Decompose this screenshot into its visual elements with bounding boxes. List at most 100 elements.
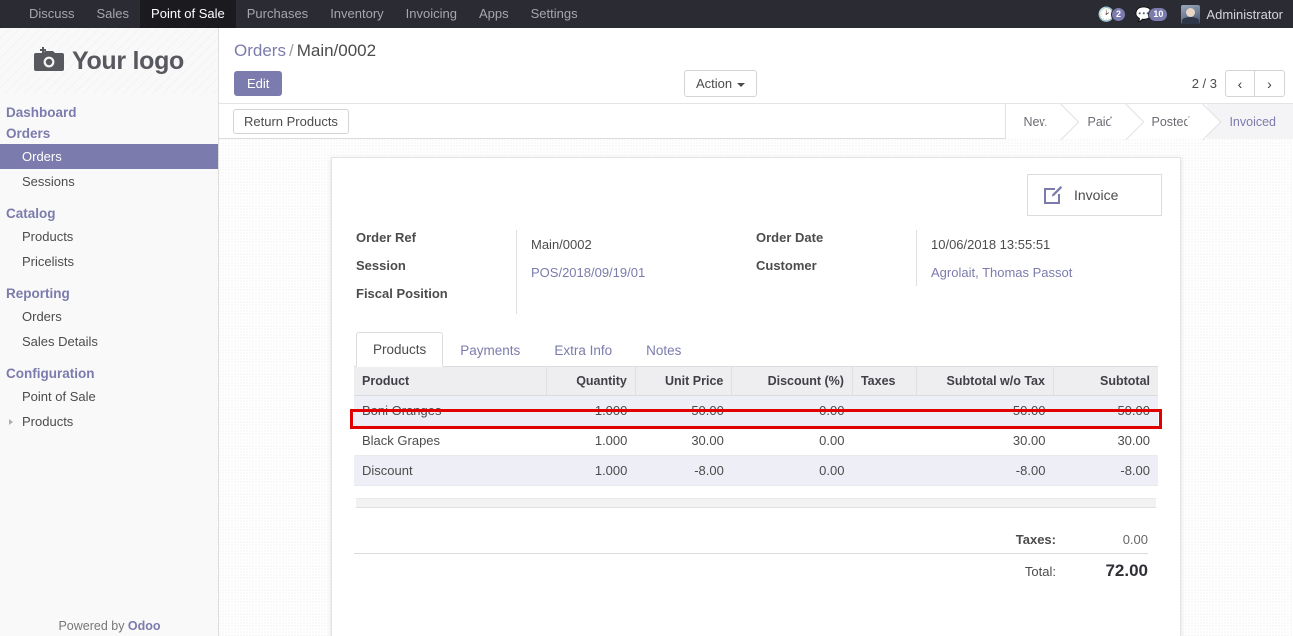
logo-text: Your logo [71, 46, 185, 75]
form-sheet: Invoice Order Ref Main/0002 Session POS/201… [331, 157, 1181, 636]
user-name: Administrator [1206, 6, 1283, 22]
field-value-session: POS/2018/09/19/01 [516, 258, 756, 286]
nav-item-apps[interactable]: Apps [468, 0, 520, 28]
breadcrumb-current: Main/0002 [296, 41, 377, 60]
nav-item-discuss[interactable]: Discuss [18, 0, 86, 28]
edit-button[interactable]: Edit [234, 71, 283, 96]
cell-discount: 0.00 [731, 425, 853, 456]
field-row: Order Date 10/06/2018 13:55:51 [756, 230, 1156, 258]
field-label-order-date: Order Date [756, 230, 824, 245]
table-header-row: Product Quantity Unit Price Discount (%) Tax… [354, 367, 1158, 396]
avatar [1181, 4, 1201, 24]
taxes-row: Taxes: 0.00 [354, 532, 1148, 553]
total-row: Total: 72.00 [354, 553, 1148, 581]
control-panel-top: Orders / Main/0002 Edit Action 2 / 3 ‹ › [219, 28, 1293, 103]
sidebar-item-sessions[interactable]: Sessions [0, 169, 218, 194]
cell-product: Boni Oranges [354, 395, 547, 426]
field-value-order-ref: Main/0002 [516, 230, 756, 258]
activities-count: 2 [1110, 6, 1126, 22]
sidebar-item-orders[interactable]: Orders [0, 144, 218, 169]
field-label-session: Session [356, 258, 406, 273]
menu-spacer [0, 194, 218, 203]
field-label-customer: Customer [756, 258, 817, 273]
cell-quantity: 1.000 [546, 395, 636, 426]
field-row: Session POS/2018/09/19/01 [356, 258, 756, 286]
table-row[interactable]: Black Grapes 1.000 30.00 0.00 30.00 30.00 [354, 425, 1158, 456]
cell-subtotal: 50.00 [1053, 395, 1158, 426]
taxes-label: Taxes: [1015, 532, 1056, 547]
camera-icon [33, 46, 64, 76]
sidebar-section-configuration[interactable]: Configuration [0, 363, 218, 384]
total-value: 72.00 [1105, 561, 1148, 580]
sidebar-item-pricelists[interactable]: Pricelists [0, 249, 218, 274]
field-text: Main/0002 [531, 236, 592, 252]
sidebar-item-sales-details[interactable]: Sales Details [0, 329, 218, 354]
pager-buttons: ‹ › [1225, 70, 1285, 97]
tab-payments[interactable]: Payments [443, 333, 537, 367]
tab-products[interactable]: Products [356, 332, 444, 367]
sheet-background: Invoice Order Ref Main/0002 Session POS/201… [219, 139, 1293, 636]
field-text: 10/06/2018 13:55:51 [931, 236, 1051, 252]
return-products-button[interactable]: Return Products [233, 108, 349, 134]
sidebar-item-orders[interactable]: Orders [0, 304, 218, 329]
cell-subtotal: -8.00 [1053, 455, 1158, 486]
sidebar-item-products[interactable]: Products [0, 224, 218, 249]
cell-product: Discount [354, 455, 547, 486]
table-row[interactable]: Discount 1.000 -8.00 0.00 -8.00 -8.00 [354, 455, 1158, 486]
nav-item-settings[interactable]: Settings [520, 0, 589, 28]
pager-count: 2 / 3 [1191, 76, 1217, 91]
breadcrumb: Orders / Main/0002 [234, 40, 1269, 62]
field-label-fiscal-position: Fiscal Position [356, 286, 448, 301]
cell-quantity: 1.000 [546, 455, 636, 486]
table-row[interactable]: Boni Oranges 1.000 50.00 0.00 50.00 50.00 [354, 395, 1158, 426]
statusbar: New Paid Posted Invoiced [1005, 104, 1293, 139]
sidebar-section-catalog[interactable]: Catalog [0, 203, 218, 224]
action-button[interactable]: Action [684, 70, 758, 97]
pager: 2 / 3 ‹ › [1192, 70, 1285, 97]
sidebar-section-reporting[interactable]: Reporting [0, 283, 218, 304]
field-link[interactable]: Agrolait, Thomas Passot [931, 265, 1072, 280]
top-navbar: Discuss Sales Point of Sale Purchases Invent… [0, 0, 1293, 28]
column-header-quantity: Quantity [546, 367, 636, 396]
status-new[interactable]: New [1006, 104, 1066, 139]
cell-unit-price: 30.00 [635, 425, 732, 456]
activities-button[interactable]: 🕑 2 [1098, 6, 1126, 22]
sidebar-item-products[interactable]: Products [0, 409, 218, 434]
user-menu[interactable]: Administrator [1177, 4, 1283, 24]
control-panel-bottom: Return Products New Paid Posted Invoiced [219, 103, 1293, 139]
tab-notes[interactable]: Notes [629, 333, 698, 367]
chevron-left-icon[interactable]: ‹ [1225, 70, 1255, 97]
nav-item-inventory[interactable]: Inventory [319, 0, 394, 28]
nav-item-point-of-sale[interactable]: Point of Sale [140, 0, 236, 28]
nav-item-invoicing[interactable]: Invoicing [395, 0, 468, 28]
sidebar-item-point-of-sale[interactable]: Point of Sale [0, 384, 218, 409]
taxes-value: 0.00 [1122, 532, 1148, 547]
company-logo: Your logo [0, 28, 218, 94]
powered-by: Powered by Odoo [0, 619, 219, 633]
nav-item-purchases[interactable]: Purchases [236, 0, 319, 28]
field-row: Customer Agrolait, Thomas Passot [756, 258, 1156, 286]
breadcrumb-orders[interactable]: Orders [234, 41, 286, 60]
tab-extra-info[interactable]: Extra Info [537, 333, 629, 367]
cell-unit-price: 50.00 [635, 395, 732, 426]
column-header-unit-price: Unit Price [635, 367, 733, 396]
invoice-button[interactable]: Invoice [1027, 174, 1162, 216]
chevron-right-icon[interactable]: › [1255, 70, 1285, 97]
totals: Taxes: 0.00 Total: 72.00 [354, 532, 1158, 581]
column-header-taxes: Taxes [852, 367, 918, 396]
field-value-fiscal-position [516, 286, 756, 314]
systray: 🕑 2 💬 10 Administrator [1098, 0, 1293, 28]
field-link[interactable]: POS/2018/09/19/01 [531, 265, 645, 280]
table-body: Boni Oranges 1.000 50.00 0.00 50.00 50.00 Blac… [354, 395, 1158, 486]
messages-button[interactable]: 💬 10 [1135, 6, 1169, 22]
form-column-left: Order Ref Main/0002 Session POS/2018/09/19/… [356, 230, 756, 314]
cell-discount: 0.00 [731, 395, 853, 426]
sidebar-section-orders[interactable]: Orders [0, 123, 218, 144]
menu-spacer [0, 274, 218, 283]
cell-taxes [852, 425, 917, 456]
column-header-subtotal-w-o-tax: Subtotal w/o Tax [916, 367, 1054, 396]
nav-item-sales[interactable]: Sales [86, 0, 141, 28]
horizontal-scrollbar[interactable] [356, 498, 1156, 508]
main-content: Orders / Main/0002 Edit Action 2 / 3 ‹ › R… [219, 28, 1293, 636]
sidebar-section-dashboard[interactable]: Dashboard [0, 102, 218, 123]
